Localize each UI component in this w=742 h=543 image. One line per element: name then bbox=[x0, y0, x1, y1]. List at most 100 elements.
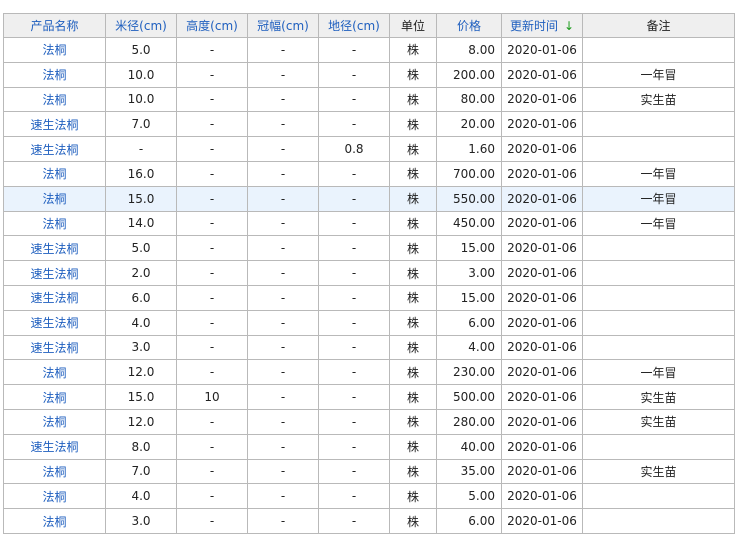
table-row: 速生法桐 7.0- - - 株 20.00 2020-01-06 bbox=[3, 111, 735, 138]
height-cell: - bbox=[176, 235, 248, 262]
product-name-link[interactable]: 速生法桐 bbox=[30, 440, 78, 454]
table-row: 速生法桐 - - -0.8 株 1.60 2020-01-06 bbox=[3, 136, 735, 162]
mi-diameter-cell: 16.0 bbox=[105, 160, 177, 187]
height-cell: - bbox=[176, 185, 248, 212]
product-name-link[interactable]: 速生法桐 bbox=[30, 316, 78, 330]
ground-diameter-cell: - bbox=[318, 235, 390, 262]
note-cell bbox=[582, 37, 735, 63]
column-header-update-time[interactable]: 更新时间 ↓ bbox=[501, 13, 583, 38]
product-name-link[interactable]: 速生法桐 bbox=[30, 291, 78, 305]
column-header-ground-diameter[interactable]: 地径(cm) bbox=[318, 13, 390, 38]
price-cell: 40.00 bbox=[436, 433, 502, 460]
ground-diameter-cell: - bbox=[318, 284, 390, 311]
product-name-link[interactable]: 法桐 bbox=[42, 167, 66, 181]
product-name-link[interactable]: 速生法桐 bbox=[30, 242, 78, 256]
ground-diameter-cell: - bbox=[318, 309, 390, 336]
column-header-product-name[interactable]: 产品名称 bbox=[3, 13, 106, 38]
ground-diameter-cell: - bbox=[318, 185, 390, 212]
column-header-price[interactable]: 价格 bbox=[436, 13, 502, 38]
column-header-mi-diameter[interactable]: 米径(cm) bbox=[105, 13, 177, 38]
product-name-link[interactable]: 法桐 bbox=[42, 391, 66, 405]
price-cell: 15.00 bbox=[436, 284, 502, 311]
price-cell: 1.60 bbox=[436, 136, 502, 162]
mi-diameter-cell: 4.0 bbox=[105, 483, 177, 510]
note-cell: 一年冒 bbox=[582, 210, 735, 237]
product-name-cell: 速生法桐 bbox=[3, 111, 106, 138]
ground-diameter-cell: - bbox=[318, 111, 390, 138]
ground-diameter-cell: - bbox=[318, 483, 390, 510]
ground-diameter-cell: - bbox=[318, 458, 390, 485]
arrow-down-icon: ↓ bbox=[563, 19, 575, 33]
price-cell: 6.00 bbox=[436, 309, 502, 336]
mi-diameter-cell: 3.0 bbox=[105, 334, 177, 361]
product-name-link[interactable]: 法桐 bbox=[42, 93, 66, 107]
note-cell: 一年冒 bbox=[582, 359, 735, 386]
product-name-link[interactable]: 法桐 bbox=[42, 515, 66, 529]
crown-cell: - bbox=[247, 483, 319, 510]
table-row: 法桐 10.0- - - 株 200.00 2020-01-06 一年冒 bbox=[3, 61, 735, 88]
price-cell: 550.00 bbox=[436, 185, 502, 212]
price-cell: 700.00 bbox=[436, 160, 502, 187]
product-name-cell: 法桐 bbox=[3, 210, 106, 237]
unit-cell: 株 bbox=[389, 334, 437, 361]
product-name-link[interactable]: 速生法桐 bbox=[30, 341, 78, 355]
table-row: 法桐 4.0- - - 株 5.00 2020-01-06 bbox=[3, 483, 735, 510]
unit-cell: 株 bbox=[389, 359, 437, 386]
note-cell bbox=[582, 136, 735, 162]
height-cell: - bbox=[176, 458, 248, 485]
column-header-note: 备注 bbox=[582, 13, 735, 38]
note-cell: 实生苗 bbox=[582, 86, 735, 113]
product-name-link[interactable]: 法桐 bbox=[42, 68, 66, 82]
ground-diameter-cell: - bbox=[318, 508, 390, 534]
ground-diameter-cell: - bbox=[318, 210, 390, 237]
product-name-link[interactable]: 速生法桐 bbox=[30, 267, 78, 281]
product-name-link[interactable]: 法桐 bbox=[42, 415, 66, 429]
table-row: 速生法桐 8.0- - - 株 40.00 2020-01-06 bbox=[3, 433, 735, 460]
price-cell: 80.00 bbox=[436, 86, 502, 113]
product-name-cell: 速生法桐 bbox=[3, 260, 106, 286]
mi-diameter-cell: 4.0 bbox=[105, 309, 177, 336]
update-time-cell: 2020-01-06 bbox=[501, 458, 583, 485]
product-name-link[interactable]: 法桐 bbox=[42, 465, 66, 479]
mi-diameter-cell: 3.0 bbox=[105, 508, 177, 534]
height-cell: 10 bbox=[176, 384, 248, 410]
update-time-cell: 2020-01-06 bbox=[501, 334, 583, 361]
ground-diameter-cell: - bbox=[318, 37, 390, 63]
height-cell: - bbox=[176, 160, 248, 187]
mi-diameter-cell: 8.0 bbox=[105, 433, 177, 460]
column-header-height[interactable]: 高度(cm) bbox=[176, 13, 248, 38]
ground-diameter-cell: - bbox=[318, 334, 390, 361]
mi-diameter-cell: 14.0 bbox=[105, 210, 177, 237]
height-cell: - bbox=[176, 284, 248, 311]
update-time-cell: 2020-01-06 bbox=[501, 136, 583, 162]
column-header-crown[interactable]: 冠幅(cm) bbox=[247, 13, 319, 38]
product-name-link[interactable]: 法桐 bbox=[42, 192, 66, 206]
crown-cell: - bbox=[247, 235, 319, 262]
product-name-link[interactable]: 法桐 bbox=[42, 217, 66, 231]
unit-cell: 株 bbox=[389, 61, 437, 88]
mi-diameter-cell: 7.0 bbox=[105, 111, 177, 138]
table-body: 法桐 5.0- - - 株 8.00 2020-01-06 法桐 10.0- - - 株 200.00 2… bbox=[3, 37, 735, 534]
ground-diameter-cell: - bbox=[318, 61, 390, 88]
product-name-cell: 速生法桐 bbox=[3, 309, 106, 336]
unit-cell: 株 bbox=[389, 309, 437, 336]
product-name-link[interactable]: 法桐 bbox=[42, 43, 66, 57]
product-name-cell: 法桐 bbox=[3, 160, 106, 187]
product-name-cell: 速生法桐 bbox=[3, 284, 106, 311]
product-name-link[interactable]: 速生法桐 bbox=[30, 118, 78, 132]
update-time-cell: 2020-01-06 bbox=[501, 235, 583, 262]
column-header-unit: 单位 bbox=[389, 13, 437, 38]
mi-diameter-cell: 5.0 bbox=[105, 235, 177, 262]
update-time-cell: 2020-01-06 bbox=[501, 384, 583, 410]
product-name-cell: 法桐 bbox=[3, 86, 106, 113]
product-name-link[interactable]: 法桐 bbox=[42, 490, 66, 504]
mi-diameter-cell: 12.0 bbox=[105, 408, 177, 435]
price-cell: 450.00 bbox=[436, 210, 502, 237]
note-cell: 实生苗 bbox=[582, 408, 735, 435]
product-name-cell: 法桐 bbox=[3, 61, 106, 88]
height-cell: - bbox=[176, 61, 248, 88]
mi-diameter-cell: 12.0 bbox=[105, 359, 177, 386]
product-name-link[interactable]: 法桐 bbox=[42, 366, 66, 380]
product-name-link[interactable]: 速生法桐 bbox=[30, 143, 78, 157]
product-name-cell: 法桐 bbox=[3, 508, 106, 534]
